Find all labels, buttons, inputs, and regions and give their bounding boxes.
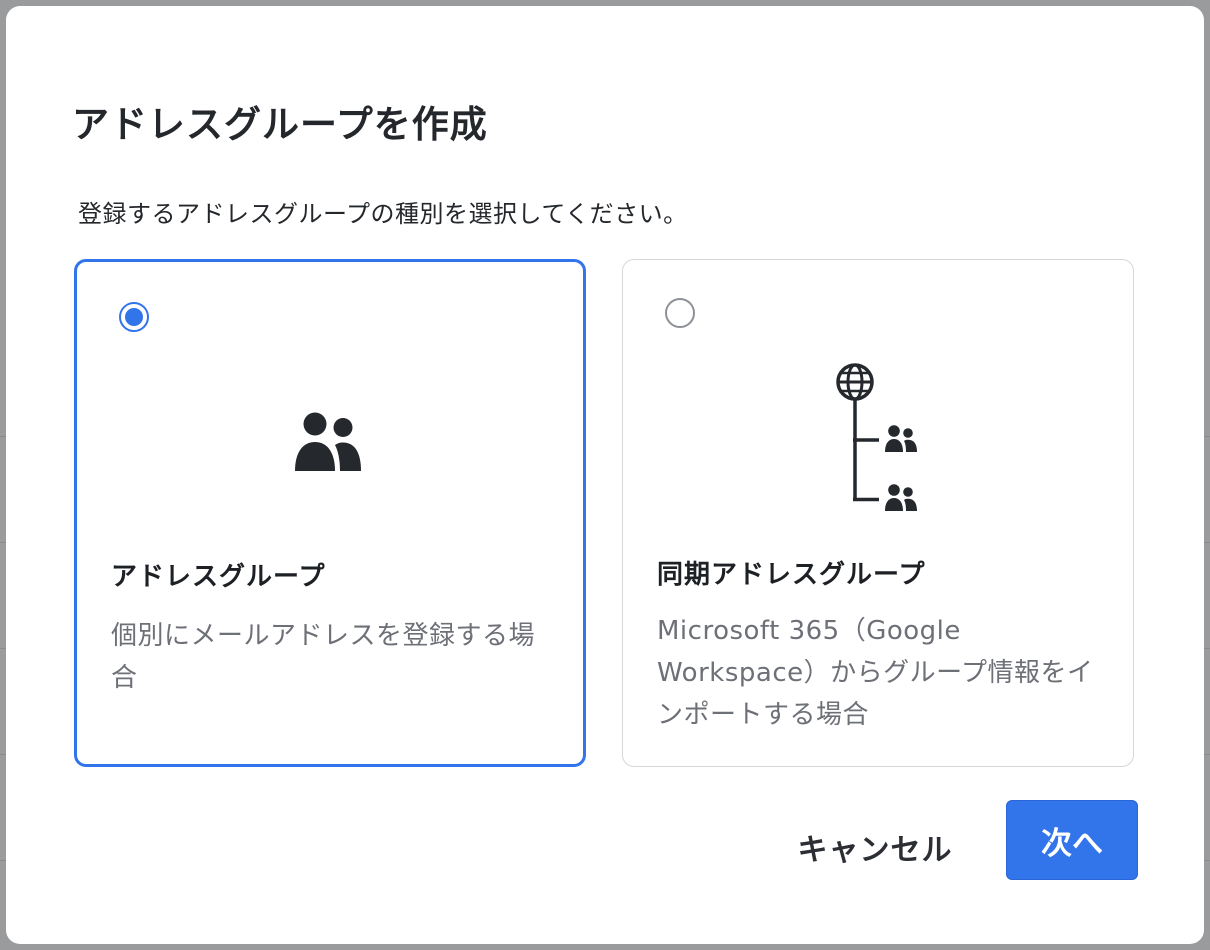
radio-address-group[interactable] (119, 302, 149, 332)
radio-sync-address-group[interactable] (665, 298, 695, 328)
option-title: アドレスグループ (111, 562, 326, 592)
option-description: Microsoft 365（Google Workspace）からグループ情報を… (657, 616, 1094, 730)
option-title: 同期アドレスグループ (657, 560, 926, 590)
option-card-sync-address-group[interactable]: 同期アドレスグループ Microsoft 365（Google Workspac… (622, 259, 1134, 767)
cancel-button[interactable]: キャンセル (782, 814, 968, 880)
globe-tree-people-icon (833, 360, 923, 524)
people-icon (295, 412, 365, 478)
next-button[interactable]: 次へ (1006, 800, 1138, 880)
create-address-group-dialog: アドレスグループを作成 登録するアドレスグループの種別を選択してください。 アド… (6, 6, 1204, 944)
dialog-instruction: 登録するアドレスグループの種別を選択してください。 (78, 200, 688, 228)
option-description: 個別にメールアドレスを登録する場合 (111, 621, 536, 693)
option-card-address-group[interactable]: アドレスグループ 個別にメールアドレスを登録する場合 (74, 259, 586, 767)
dialog-title: アドレスグループを作成 (72, 103, 488, 146)
